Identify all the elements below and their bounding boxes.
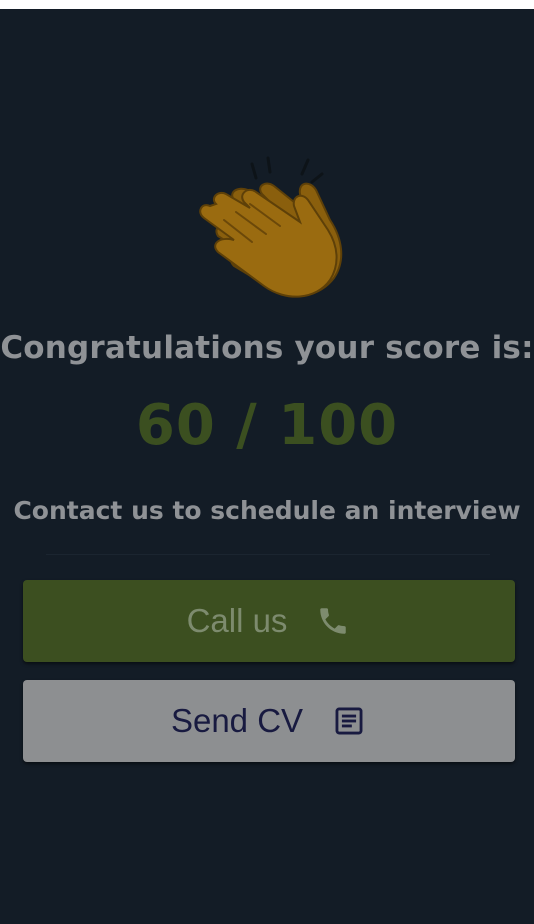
score-value: 60 / 100 xyxy=(135,393,399,458)
result-screen xyxy=(0,9,534,924)
call-us-button[interactable]: Call us xyxy=(23,580,515,662)
contact-message: Contact us to schedule an interview xyxy=(13,496,521,525)
call-us-label: Call us xyxy=(186,602,288,639)
congratulations-heading: Congratulations your score is: xyxy=(0,330,534,366)
status-bar-area xyxy=(0,0,534,9)
send-cv-button[interactable]: Send CV xyxy=(23,680,515,762)
phone-icon xyxy=(315,603,351,639)
document-icon xyxy=(331,703,367,739)
send-cv-label: Send CV xyxy=(170,702,304,739)
clapping-hands-icon xyxy=(199,156,343,298)
divider xyxy=(46,554,490,555)
